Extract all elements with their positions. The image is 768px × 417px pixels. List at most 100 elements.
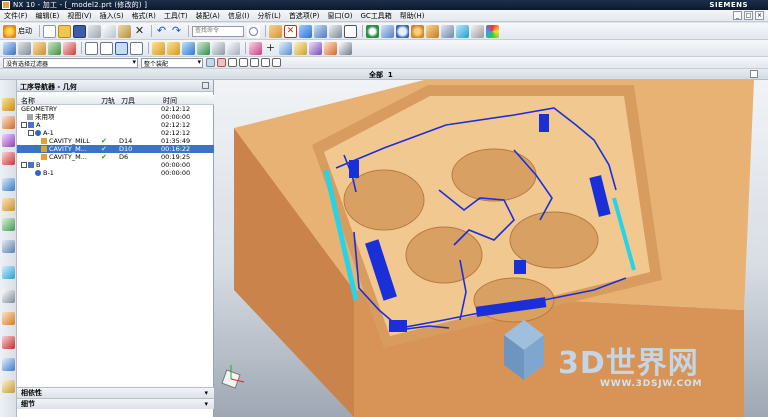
- display-icon[interactable]: [299, 24, 312, 38]
- menu-file[interactable]: 文件(F): [0, 11, 32, 21]
- shop-doc-icon[interactable]: [227, 41, 240, 55]
- machine-navigator-tab-icon[interactable]: [2, 116, 15, 129]
- replay-toolpath-icon[interactable]: [167, 41, 180, 55]
- menu-insert[interactable]: 插入(S): [96, 11, 128, 21]
- create-program-icon[interactable]: [3, 41, 16, 55]
- operation-navigator-tab-icon[interactable]: [2, 98, 15, 111]
- roles-tab-icon[interactable]: [2, 312, 15, 325]
- delete-icon[interactable]: ✕: [133, 24, 146, 38]
- menu-view[interactable]: 视图(V): [63, 11, 95, 21]
- point-icon[interactable]: +: [264, 41, 277, 55]
- open-folder-icon[interactable]: [58, 24, 71, 38]
- pan-icon[interactable]: [426, 24, 439, 38]
- machine-tool-view-icon[interactable]: [100, 41, 113, 55]
- dimension-icon[interactable]: [339, 41, 352, 55]
- cube-view-icon[interactable]: [314, 24, 327, 38]
- pin-icon[interactable]: [750, 70, 758, 78]
- minimize-button[interactable]: _: [733, 11, 742, 20]
- tree-row-geometry[interactable]: GEOMETRY 02:12:12: [17, 105, 214, 113]
- menu-analysis[interactable]: 分析(L): [253, 11, 284, 21]
- perspective-icon[interactable]: [441, 24, 454, 38]
- menu-format[interactable]: 格式(R): [128, 11, 160, 21]
- assembly-tab-icon[interactable]: [2, 358, 15, 371]
- new-file-icon[interactable]: [43, 24, 56, 38]
- operation-navigator-icon[interactable]: [269, 24, 282, 38]
- menu-edit[interactable]: 编辑(E): [32, 11, 64, 21]
- tree-row-workpiece-b1[interactable]: B-1 00:00:00: [17, 169, 214, 177]
- details-section[interactable]: 细节 ▾: [17, 398, 214, 409]
- wireframe-icon[interactable]: [344, 24, 357, 38]
- tree-row-mcs-a[interactable]: A 02:12:12: [17, 121, 214, 129]
- create-method-icon[interactable]: [48, 41, 61, 55]
- geometry-view-icon[interactable]: [115, 41, 128, 55]
- menu-gc-toolkit[interactable]: GC工具箱: [356, 11, 395, 21]
- snap-endpoint-icon[interactable]: [228, 58, 237, 67]
- start-menu-button[interactable]: 启动: [18, 26, 32, 36]
- shaded-icon[interactable]: [329, 24, 342, 38]
- search-icon[interactable]: [247, 24, 260, 38]
- web-browser-tab-icon[interactable]: [2, 198, 15, 211]
- menu-window[interactable]: 窗口(O): [324, 11, 357, 21]
- snap-center-icon[interactable]: [250, 58, 259, 67]
- dependencies-section[interactable]: 相依性 ▾: [17, 387, 214, 398]
- tree-row-unused[interactable]: 未用项 00:00:00: [17, 113, 214, 121]
- copy-icon[interactable]: [103, 24, 116, 38]
- method-view-icon[interactable]: [130, 41, 143, 55]
- tree-row-operation-1[interactable]: CAVITY_MILL ✔ D14 01:35:49: [17, 137, 214, 145]
- delete-geometry-icon[interactable]: ✕: [284, 24, 297, 38]
- system-materials-tab-icon[interactable]: [2, 240, 15, 253]
- layer-icon[interactable]: [471, 24, 484, 38]
- create-geometry-icon[interactable]: [33, 41, 46, 55]
- navigator-pin-icon[interactable]: [202, 82, 209, 89]
- program-order-view-icon[interactable]: [85, 41, 98, 55]
- close-button[interactable]: ×: [755, 11, 764, 20]
- drawing-tab-icon[interactable]: [2, 380, 15, 393]
- graphics-window[interactable]: 3D世界网 WWW.3DSJW.COM: [214, 80, 768, 417]
- save-icon[interactable]: [73, 24, 86, 38]
- create-operation-icon[interactable]: [63, 41, 76, 55]
- command-search-input[interactable]: [192, 25, 244, 37]
- part-navigator-tab-icon[interactable]: [2, 134, 15, 147]
- measure-icon[interactable]: [294, 41, 307, 55]
- edit-object-icon[interactable]: [309, 41, 322, 55]
- menu-help[interactable]: 帮助(H): [396, 11, 429, 21]
- start-icon[interactable]: [3, 24, 16, 38]
- tree-row-workpiece-a1[interactable]: A-1 02:12:12: [17, 129, 214, 137]
- transform-icon[interactable]: [324, 41, 337, 55]
- manufacturing-wizard-tab-icon[interactable]: [2, 290, 15, 303]
- selection-filter-dropdown[interactable]: 没有选择过滤器: [3, 57, 138, 68]
- collapse-toggle-icon[interactable]: [28, 130, 34, 136]
- snap-intersection-icon[interactable]: [272, 58, 281, 67]
- redo-icon[interactable]: ↷: [170, 24, 183, 38]
- hd3d-tools-tab-icon[interactable]: [2, 178, 15, 191]
- tree-row-operation-3[interactable]: CAVITY_M... ✔ D6 00:19:25: [17, 153, 214, 161]
- postprocess-icon[interactable]: [212, 41, 225, 55]
- system-scenes-tab-icon[interactable]: [2, 336, 15, 349]
- verify-toolpath-icon[interactable]: [182, 41, 195, 55]
- create-tool-icon[interactable]: [18, 41, 31, 55]
- select-all-icon[interactable]: [206, 58, 215, 67]
- undo-icon[interactable]: ↶: [155, 24, 168, 38]
- menu-preferences[interactable]: 首选项(P): [285, 11, 324, 21]
- rotate-icon[interactable]: [411, 24, 424, 38]
- reuse-library-tab-icon[interactable]: [2, 152, 15, 165]
- menu-information[interactable]: 信息(I): [224, 11, 254, 21]
- simulate-icon[interactable]: [197, 41, 210, 55]
- restore-button[interactable]: □: [744, 11, 753, 20]
- color-icon[interactable]: [486, 24, 499, 38]
- menu-tools[interactable]: 工具(T): [160, 11, 192, 21]
- deselect-icon[interactable]: [217, 58, 226, 67]
- history-tab-icon[interactable]: [2, 218, 15, 231]
- fit-icon[interactable]: [381, 24, 394, 38]
- zoom-icon[interactable]: [396, 24, 409, 38]
- assembly-scope-dropdown[interactable]: 整个装配: [141, 57, 203, 68]
- tree-row-mcs-b[interactable]: B 00:00:00: [17, 161, 214, 169]
- datum-icon[interactable]: [279, 41, 292, 55]
- snap-quadrant-icon[interactable]: [261, 58, 270, 67]
- menu-assembly[interactable]: 装配(A): [192, 11, 224, 21]
- snap-midpoint-icon[interactable]: [239, 58, 248, 67]
- process-studio-tab-icon[interactable]: [2, 266, 15, 279]
- tree-row-operation-2[interactable]: CAVITY_M... ✔ D10 00:16:22: [17, 145, 214, 153]
- feeds-speeds-icon[interactable]: [249, 41, 262, 55]
- cut-icon[interactable]: [88, 24, 101, 38]
